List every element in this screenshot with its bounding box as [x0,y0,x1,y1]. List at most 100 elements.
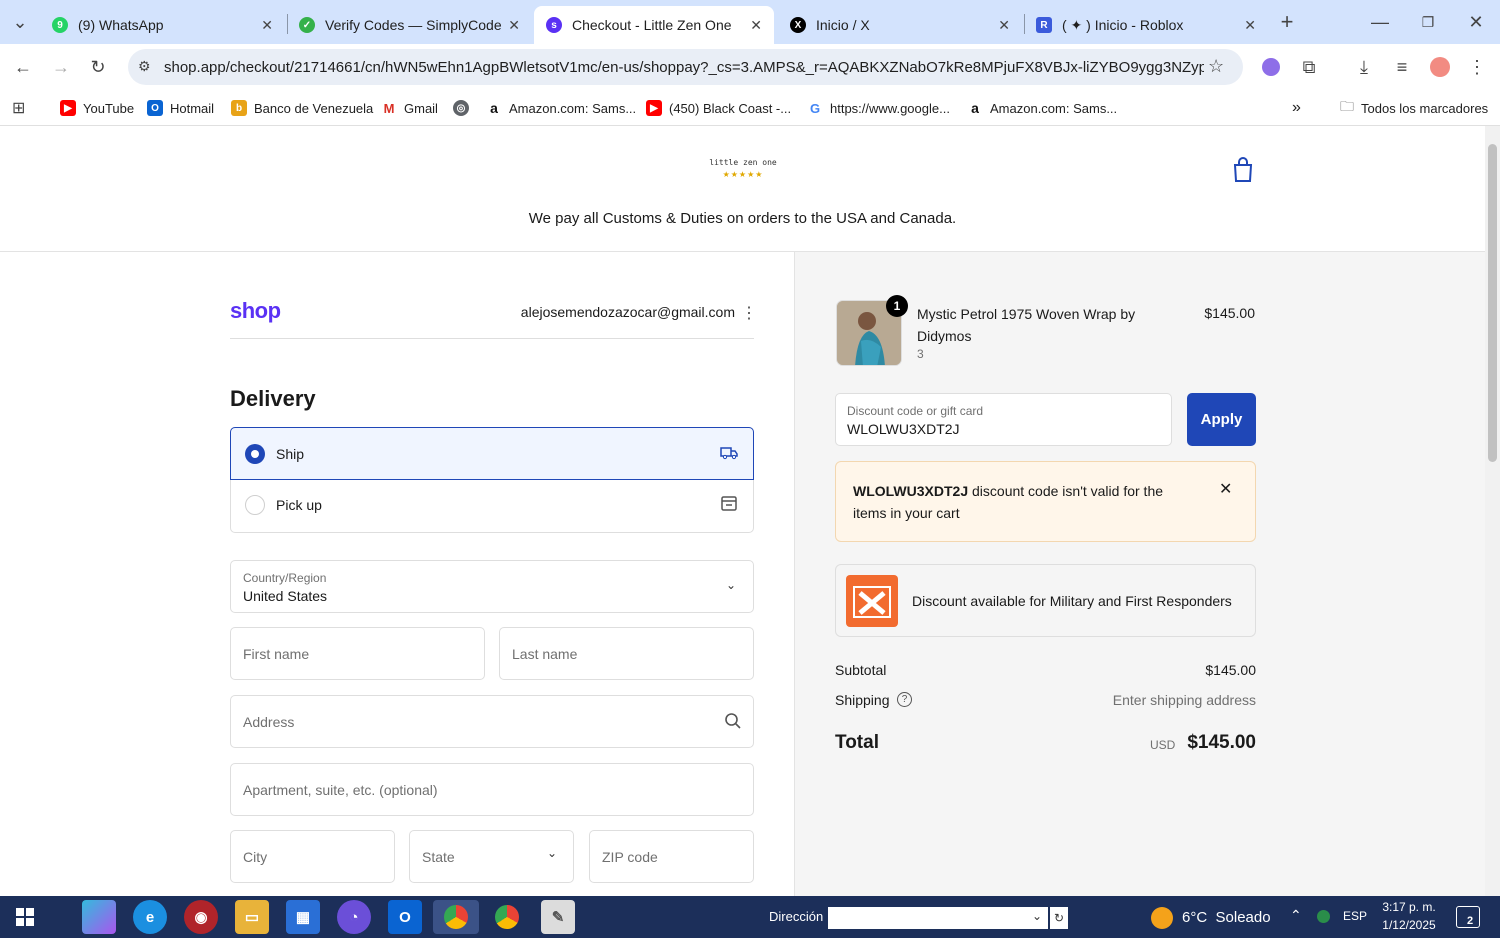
weather-text[interactable]: 6°C Soleado [1182,909,1271,926]
ship-option[interactable]: Ship [230,427,754,480]
bookmark-amazon-1[interactable]: a Amazon.com: Sams... [486,97,636,119]
address-field[interactable]: Address [230,695,754,748]
bookmark-google[interactable]: Ghttps://www.google... [807,97,950,119]
chat-app-icon[interactable]: ◔ [337,900,371,934]
city-field[interactable]: City [230,830,395,883]
tab-x[interactable]: X Inicio / X ✕ [778,6,1022,44]
bookmark-youtube[interactable]: ▶ YouTube [60,97,134,119]
shipping-label: Shipping [835,692,890,708]
chrome-profile-icon[interactable] [490,900,524,934]
status-tray-icon[interactable] [1317,910,1330,923]
close-tab-icon[interactable]: ✕ [508,17,520,34]
minimize-icon[interactable]: — [1368,10,1392,34]
page-scrollbar[interactable] [1485,126,1500,896]
account-menu-icon[interactable]: ⋮ [741,303,757,323]
url-text[interactable]: shop.app/checkout/21714661/cn/hWN5wEhn1A… [164,59,1204,76]
ship-label: Ship [276,446,305,462]
ship-radio[interactable] [245,444,265,464]
security-app-icon[interactable]: ◉ [184,900,218,934]
restore-icon[interactable]: ❐ [1416,10,1440,34]
x-icon: X [790,17,806,33]
military-discount-text: Discount available for Military and Firs… [912,593,1232,609]
start-windows-icon[interactable] [8,900,42,934]
store-logo[interactable]: little zen one [700,158,786,167]
bookmark-amazon-2[interactable]: a Amazon.com: Sams... [967,97,1117,119]
microsoft-store-icon[interactable]: ▦ [286,900,320,934]
chrome-active-icon[interactable] [433,900,479,934]
close-icon[interactable]: ✕ [1219,479,1232,499]
apply-button[interactable]: Apply [1187,393,1256,446]
all-bookmarks[interactable]: 🗀 Todos los marcadores [1340,97,1488,119]
checkout-page: little zen one ★★★★★ We pay all Customs … [0,126,1485,896]
tab-roblox[interactable]: R ( ✦ ) Inicio - Roblox ✕ [1024,6,1268,44]
pickup-radio[interactable] [245,495,265,515]
new-tab-icon[interactable]: + [1275,9,1299,34]
cart-bag-icon[interactable] [1231,156,1255,184]
forward-icon[interactable]: → [49,55,73,79]
tab-title: ( ✦ ) Inicio - Roblox [1062,16,1184,33]
tab-search-chevron-icon[interactable]: ⌄ [8,10,32,34]
country-select[interactable]: Country/Region United States ⌄ [230,560,754,613]
profile-avatar[interactable] [1430,57,1450,77]
show-hidden-icons-icon[interactable]: ⌃ [1290,907,1302,924]
edge-icon[interactable]: e [133,900,167,934]
help-icon[interactable]: ? [897,692,912,707]
notification-count: 2 [1467,915,1474,927]
zip-field[interactable]: ZIP code [589,830,754,883]
tab-whatsapp[interactable]: 9 (9) WhatsApp ✕ [40,6,285,44]
product-name: Mystic Petrol 1975 Woven Wrap by Didymos [917,306,1136,344]
total-value: $145.00 [1187,732,1256,753]
tab-checkout[interactable]: s Checkout - Little Zen One ✕ [534,6,774,44]
pickup-option[interactable]: Pick up [231,480,753,532]
bdv-icon: b [231,100,247,116]
outlook-taskbar-icon[interactable]: O [388,900,422,934]
site-info-icon[interactable]: ⚙ [138,58,151,75]
go-refresh-icon[interactable]: ↻ [1050,907,1068,929]
clock-date[interactable]: 1/12/2025 [1376,918,1442,932]
file-explorer-icon[interactable]: ▭ [235,900,269,934]
address-bar[interactable]: ⚙ shop.app/checkout/21714661/cn/hWN5wEhn… [128,49,1243,85]
last-name-field[interactable]: Last name [499,627,754,680]
scrollbar-thumb[interactable] [1488,144,1497,462]
language-indicator[interactable]: ESP [1343,909,1367,923]
bookmark-black-coast[interactable]: ▶ (450) Black Coast -... [646,97,791,119]
bookmark-globe[interactable]: ◎ [453,97,476,119]
close-tab-icon[interactable]: ✕ [750,17,762,34]
reload-icon[interactable]: ↻ [86,55,110,79]
bookmark-label: Hotmail [170,100,215,116]
bookmark-hotmail[interactable]: O Hotmail [147,97,214,119]
bookmark-banco[interactable]: b Banco de Venezuela [231,97,373,119]
sun-weather-icon[interactable] [1151,907,1173,929]
bookmark-star-icon[interactable]: ☆ [1208,56,1224,77]
menu-kebab-icon[interactable]: ⋮ [1465,55,1489,79]
tab-title: Inicio / X [816,17,870,33]
address-toolbar-input[interactable]: ⌄ [828,907,1048,929]
close-window-icon[interactable]: ✕ [1464,10,1488,34]
close-tab-icon[interactable]: ✕ [1244,17,1256,34]
discount-label: Discount code or gift card [847,404,984,418]
apps-grid-icon[interactable]: ⊞ [12,97,25,119]
tab-simplycodes[interactable]: ✓ Verify Codes — SimplyCodes ✕ [287,6,532,44]
amazon-icon: a [967,100,983,116]
bookmark-label: Amazon.com: Sams... [509,100,637,116]
tab-title: Verify Codes — SimplyCodes [325,17,503,33]
more-bookmarks-icon[interactable]: » [1292,97,1301,119]
bookmarks-bar: ⊞ ▶ YouTube O Hotmail b Banco de Venezuela … [0,90,1500,126]
apartment-field[interactable]: Apartment, suite, etc. (optional) [230,763,754,816]
back-icon[interactable]: ← [11,55,35,79]
state-select[interactable]: State ⌄ [409,830,574,883]
notifications-icon[interactable]: 2 [1456,906,1480,928]
copilot-icon[interactable] [82,900,116,934]
media-control-icon[interactable]: ≡ [1390,55,1414,79]
close-tab-icon[interactable]: ✕ [998,17,1010,34]
first-name-field[interactable]: First name [230,627,485,680]
download-icon[interactable]: ⤓ [1352,55,1376,79]
notepad-icon[interactable]: ✎ [541,900,575,934]
extensions-puzzle-icon[interactable]: ⧉ [1297,55,1321,79]
bookmark-gmail[interactable]: M Gmail [381,97,438,119]
discount-code-field[interactable]: Discount code or gift card WLOLWU3XDT2J [835,393,1172,446]
military-discount-banner[interactable]: Discount available for Military and Firs… [835,564,1256,637]
clock-time[interactable]: 3:17 p. m. [1376,900,1442,914]
close-tab-icon[interactable]: ✕ [261,17,273,34]
extension-ai-icon[interactable] [1262,58,1280,76]
